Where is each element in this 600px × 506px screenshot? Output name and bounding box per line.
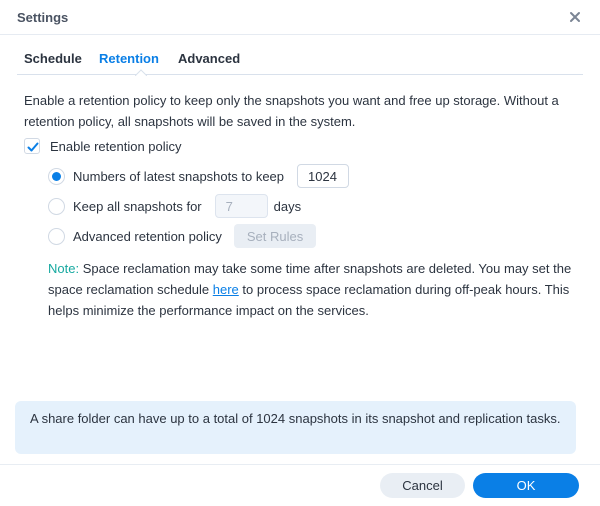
reclamation-schedule-link[interactable]: here xyxy=(213,282,239,297)
keep-days-input[interactable] xyxy=(214,194,268,218)
radio-keep-days[interactable] xyxy=(48,197,65,215)
radio-advanced-policy[interactable] xyxy=(48,227,65,245)
option-keep-days: Keep all snapshots for days xyxy=(48,194,301,218)
option-advanced-policy-label: Advanced retention policy xyxy=(73,228,222,244)
set-rules-button[interactable]: Set Rules xyxy=(233,224,317,248)
option-latest-count-label: Numbers of latest snapshots to keep xyxy=(73,168,285,184)
latest-count-input[interactable] xyxy=(297,164,350,188)
checkbox[interactable] xyxy=(24,138,40,154)
option-advanced-policy: Advanced retention policy Set Rules xyxy=(48,224,317,248)
dialog-title: Settings xyxy=(17,10,69,25)
tab-schedule[interactable]: Schedule xyxy=(24,51,82,66)
close-icon[interactable] xyxy=(567,9,583,25)
retention-description: Enable a retention policy to keep only t… xyxy=(24,93,559,129)
tab-bar: Schedule Retention Advanced xyxy=(17,36,583,76)
note-label: Note: xyxy=(48,261,80,276)
days-suffix: days xyxy=(273,198,302,214)
tab-advanced[interactable]: Advanced xyxy=(178,51,240,66)
enable-retention-label: Enable retention policy xyxy=(50,138,182,154)
active-tab-indicator xyxy=(135,69,147,76)
ok-button[interactable]: OK xyxy=(473,473,579,498)
space-reclamation-note: Note: Space reclamation may take some ti… xyxy=(48,258,588,321)
option-latest-count: Numbers of latest snapshots to keep xyxy=(48,164,350,188)
tab-retention[interactable]: Retention xyxy=(99,51,159,66)
snapshot-limit-info: A share folder can have up to a total of… xyxy=(15,401,576,454)
radio-latest-count[interactable] xyxy=(48,167,65,185)
title-bar: Settings xyxy=(0,0,600,35)
footer-divider xyxy=(0,464,600,465)
option-keep-days-label: Keep all snapshots for xyxy=(73,198,202,214)
cancel-button[interactable]: Cancel xyxy=(380,473,465,498)
enable-retention-checkbox[interactable]: Enable retention policy xyxy=(24,137,182,155)
checkmark-icon xyxy=(27,142,39,152)
